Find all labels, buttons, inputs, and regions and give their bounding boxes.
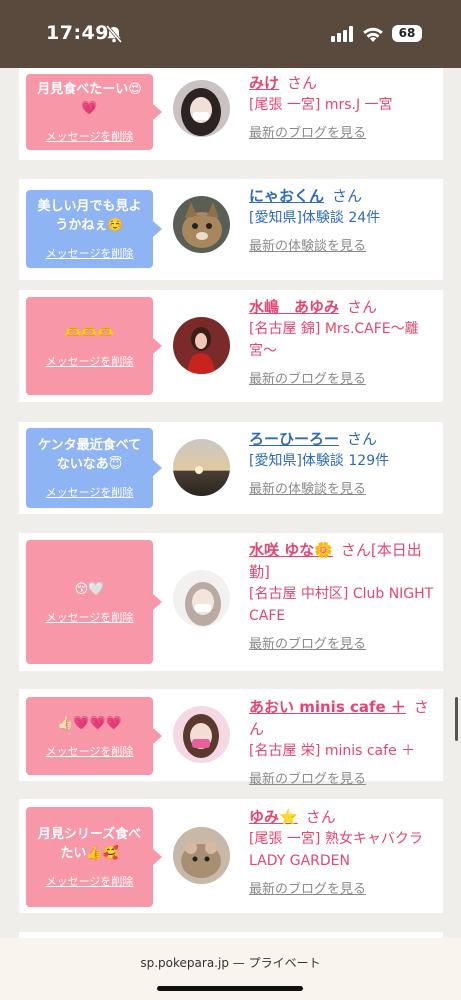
honorific: さん [332,187,363,205]
profile-name-link[interactable]: ろーひーろー [249,430,339,448]
profile-info: 水嶋 あゆみ さん [名古屋 錦] Mrs.CAFE〜離宮〜 最新のブログを見る [249,296,437,391]
list-item: 美しい月でも見ようかねぇ☺️ メッセージを削除 にゃおくん さん [愛知県]体験談… [19,179,443,280]
message-bubble: 👍🏻💗💗💗 メッセージを削除 [26,697,162,775]
message-text: 月見シリーズ食べたい👍🥰 [37,827,142,861]
message-list: 月見食べたーい😍💗 メッセージを削除 みけ さん [尾張 一宮] mrs.J 一宮… [0,68,461,938]
url-domain: sp.pokepara.jp [140,956,229,970]
profile-name-link[interactable]: あおい minis cafe ＋ [249,698,406,716]
profile-info: にゃおくん さん [愛知県]体験談 24件 最新の体験談を見る [249,185,437,258]
delete-message-link[interactable]: メッセージを削除 [46,743,134,759]
status-time: 17:49 [46,22,109,44]
shop-info: [尾張 一宮] mrs.J 一宮 [249,97,393,113]
avatar[interactable] [173,196,230,253]
avatar[interactable] [173,570,230,627]
message-text: ケンタ最近食べてないなあ😇 [37,438,142,472]
profile-name-link[interactable]: 水咲 ゆな🌼 [249,541,333,559]
profile-info: あおい minis cafe ＋さん [名古屋 栄] minis cafe ＋ … [249,696,437,791]
delete-message-link[interactable]: メッセージを削除 [46,873,134,889]
browsing-mode: プライベート [248,956,321,970]
list-item: 月見シリーズ食べたい👍🥰 メッセージを削除 ゆみ⭐️ さん [尾張 一宮] 熟女キ… [19,799,443,913]
shop-info: [名古屋 栄] minis cafe ＋ [249,743,416,759]
signal-icon [331,26,353,42]
review-count: [愛知県]体験談 24件 [249,210,381,226]
shop-info: [名古屋 中村区] Club NIGHT CAFE [249,586,434,624]
message-text: 👍🏻💗💗💗 [57,715,122,731]
profile-name-link[interactable]: にゃおくん [249,187,324,205]
honorific: さん [305,808,336,826]
avatar[interactable] [173,706,230,763]
delete-message-link[interactable]: メッセージを削除 [46,484,134,500]
profile-info: ろーひーろー さん [愛知県]体験談 129件 最新の体験談を見る [249,428,437,501]
message-text: 美しい月でも見ようかねぇ☺️ [37,199,142,233]
latest-blog-link[interactable]: 最新のブログを見る [249,634,437,656]
profile-info: みけ さん [尾張 一宮] mrs.J 一宮 最新のブログを見る [249,72,437,145]
message-bubble: 美しい月でも見ようかねぇ☺️ メッセージを削除 [26,190,162,268]
avatar[interactable] [173,317,230,374]
latest-review-link[interactable]: 最新の体験談を見る [249,479,437,501]
profile-info: 水咲 ゆな🌼 さん[本日出勤] [名古屋 中村区] Club NIGHT CAFE… [249,539,437,656]
url-separator: — [232,956,245,970]
url-display[interactable]: sp.pokepara.jp — プライベート [0,954,461,971]
delete-message-link[interactable]: メッセージを削除 [46,128,134,144]
message-bubble: 😚🤍 メッセージを削除 [26,540,162,664]
avatar[interactable] [173,827,230,884]
profile-name-link[interactable]: 水嶋 あゆみ [249,298,339,316]
list-item: ケンタ最近食べてないなあ😇 メッセージを削除 ろーひーろー さん [愛知県]体験… [19,422,443,514]
delete-message-link[interactable]: メッセージを削除 [46,245,134,261]
avatar[interactable] [173,439,230,496]
profile-info: ゆみ⭐️ さん [尾張 一宮] 熟女キャバクラ LADY GARDEN 最新のブロ… [249,806,437,901]
message-bubble: 月見食べたーい😍💗 メッセージを削除 [26,74,162,150]
message-bubble: 月見シリーズ食べたい👍🥰 メッセージを削除 [26,807,162,907]
list-item: 🫶🫶🫶 メッセージを削除 水嶋 あゆみ さん [名古屋 錦] Mrs.CAFE〜離… [19,290,443,402]
list-item: 😚🤍 メッセージを削除 水咲 ゆな🌼 さん[本日出勤] [名古屋 中村区] Clu… [19,533,443,671]
message-bubble: ケンタ最近食べてないなあ😇 メッセージを削除 [26,428,162,508]
delete-message-link[interactable]: メッセージを削除 [46,353,134,369]
honorific: さん [287,74,318,92]
latest-blog-link[interactable]: 最新のブログを見る [249,879,437,901]
wifi-icon [363,27,383,42]
review-count: [愛知県]体験談 129件 [249,453,390,469]
list-item: 👍🏻💗💗💗 メッセージを削除 あおい minis cafe ＋さん [名古屋 栄… [19,689,443,787]
message-bubble: 🫶🫶🫶 メッセージを削除 [26,297,162,395]
message-text: 😚🤍 [74,581,105,597]
shop-info: [尾張 一宮] 熟女キャバクラ LADY GARDEN [249,831,423,869]
list-item: 月見食べたーい😍💗 メッセージを削除 みけ さん [尾張 一宮] mrs.J 一宮… [19,68,443,160]
delete-message-link[interactable]: メッセージを削除 [46,609,134,625]
message-text: 月見食べたーい😍💗 [37,82,142,116]
latest-blog-link[interactable]: 最新のブログを見る [249,369,437,391]
bell-slash-icon [105,25,123,43]
message-text: 🫶🫶🫶 [65,325,114,341]
honorific: さん [347,298,378,316]
scrollbar[interactable] [455,697,458,741]
latest-blog-link[interactable]: 最新のブログを見る [249,123,437,145]
honorific: さん [347,430,378,448]
profile-name-link[interactable]: みけ [249,74,279,92]
latest-blog-link[interactable]: 最新のブログを見る [249,769,437,791]
profile-name-link[interactable]: ゆみ⭐️ [249,808,298,826]
status-bar: 17:49 68 [0,0,461,68]
avatar[interactable] [173,80,230,137]
home-indicator[interactable] [157,986,303,991]
battery-indicator: 68 [392,25,422,42]
shop-info: [名古屋 錦] Mrs.CAFE〜離宮〜 [249,321,419,359]
browser-address-bar[interactable]: sp.pokepara.jp — プライベート [0,938,461,1000]
latest-review-link[interactable]: 最新の体験談を見る [249,236,437,258]
